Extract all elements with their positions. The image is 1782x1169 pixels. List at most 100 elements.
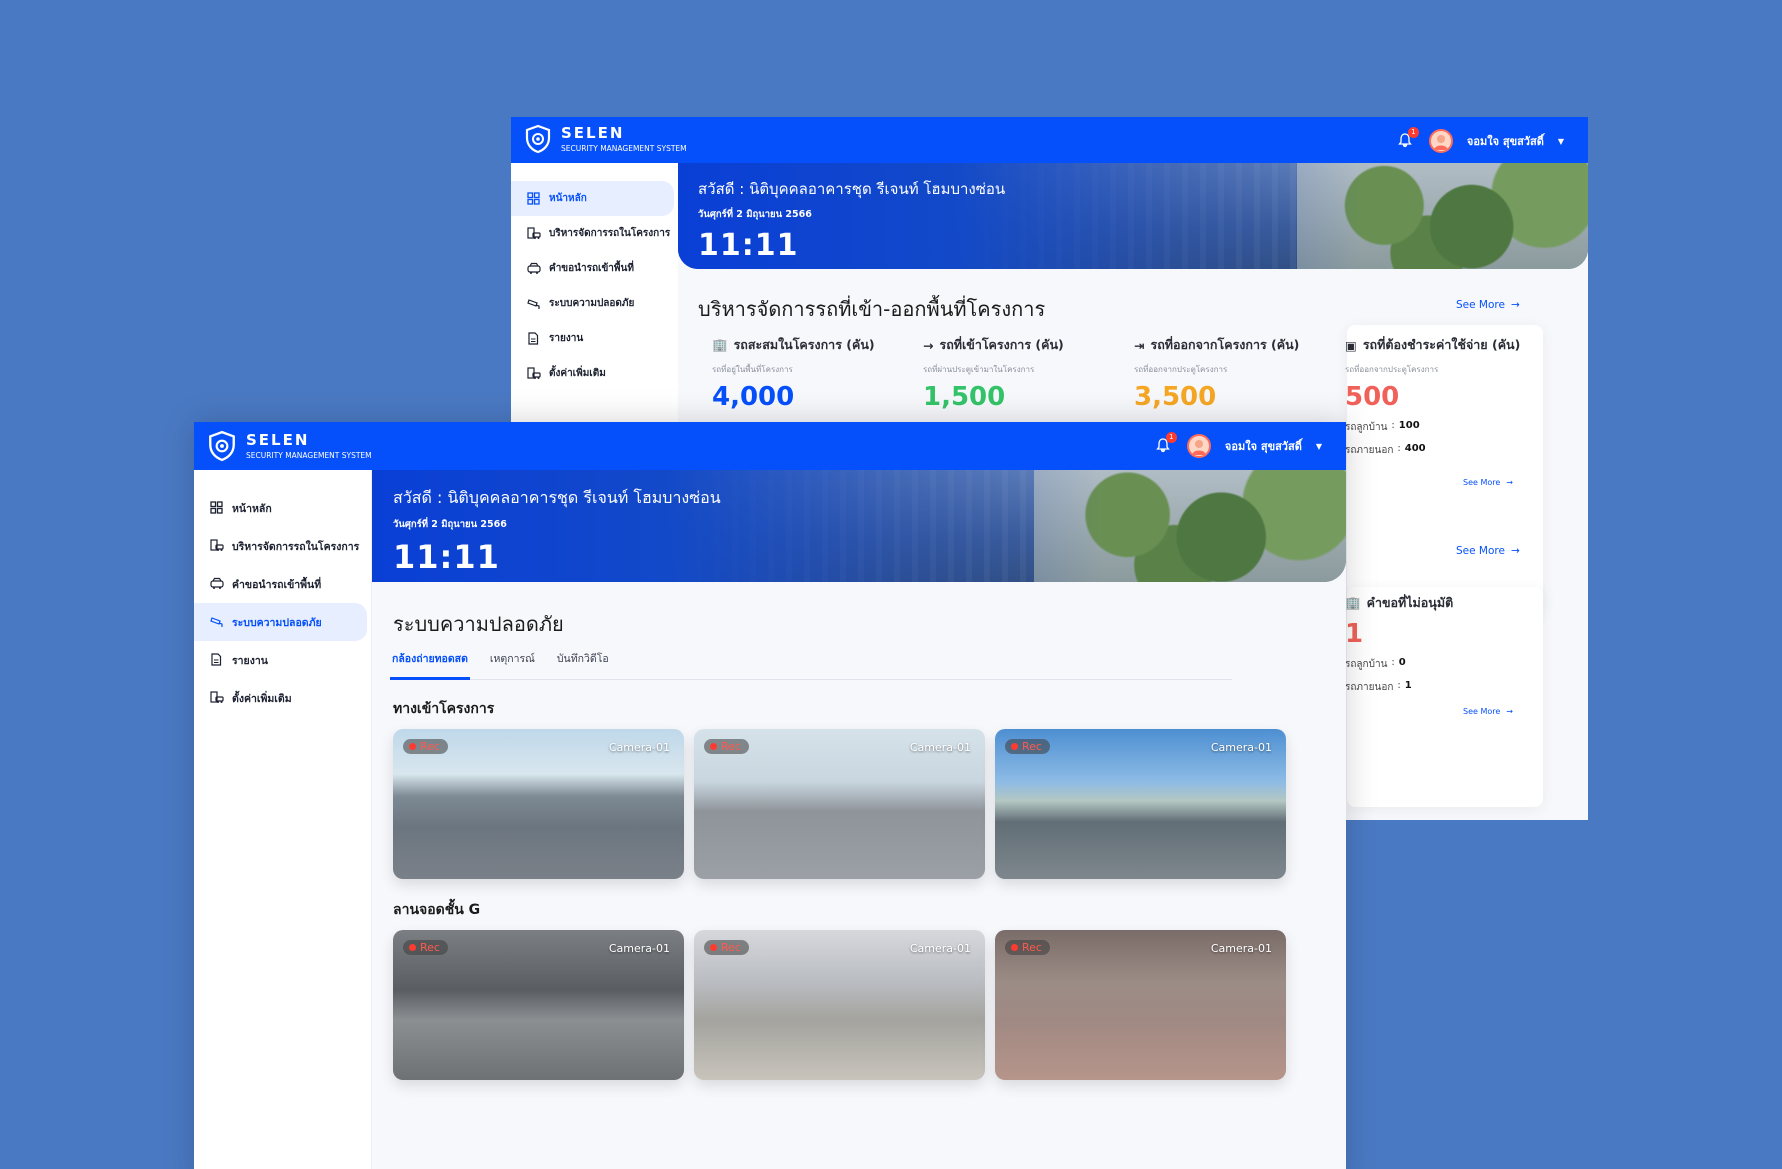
see-more-link[interactable]: See More →: [1463, 707, 1513, 716]
camera-feed[interactable]: Rec Camera-01: [694, 930, 985, 1080]
car-building-icon: [210, 539, 224, 553]
tab-video-records[interactable]: บันทึกวิดีโอ: [555, 650, 611, 680]
stat-title: คำขอที่ไม่อนุมัติ: [1366, 595, 1454, 610]
sidebar-item-label: รายงาน: [549, 333, 584, 344]
sidebar-item-vehicle-management[interactable]: บริหารจัดการรถในโครงการ: [194, 527, 371, 565]
cctv-icon: [527, 297, 541, 311]
top-bar: SELEN SECURITY MANAGEMENT SYSTEM 1 จอมใจ…: [194, 422, 1346, 470]
group-title-parking: ลานจอดชั้น G: [393, 902, 481, 918]
camera-feed[interactable]: Rec Camera-01: [995, 729, 1286, 879]
welcome-banner: สวัสดี : นิติบุคคลอาคารชุด รีเจนท์ โฮมบา…: [372, 470, 1346, 582]
sidebar-item-vehicle-request[interactable]: คำขอนำรถเข้าพื้นที่: [511, 251, 678, 286]
notification-bell-icon[interactable]: 1: [1397, 127, 1419, 150]
sidebar-item-home[interactable]: หน้าหลัก: [511, 181, 674, 216]
sidebar-item-vehicle-request[interactable]: คำขอนำรถเข้าพื้นที่: [194, 565, 371, 603]
greeting: สวัสดี : นิติบุคคลอาคารชุด รีเจนท์ โฮมบา…: [698, 180, 1006, 198]
grid-icon: [210, 501, 224, 515]
cctv-icon: [210, 615, 224, 629]
avatar[interactable]: [1186, 434, 1211, 458]
sidebar-item-label: ระบบความปลอดภัย: [232, 616, 322, 629]
sidebar-item-label: บริหารจัดการรถในโครงการ: [232, 540, 360, 553]
camera-label: Camera-01: [608, 741, 670, 754]
record-dot-icon: [710, 944, 717, 951]
chevron-down-icon[interactable]: ▼: [1558, 137, 1564, 146]
greeting: สวัสดี : นิติบุคคลอาคารชุด รีเจนท์ โฮมบา…: [393, 488, 721, 507]
brand-subtitle: SECURITY MANAGEMENT SYSTEM: [246, 450, 372, 460]
recording-indicator: Rec: [1005, 940, 1050, 955]
sidebar-item-label: รายงาน: [232, 654, 268, 667]
sidebar: หน้าหลัก บริหารจัดการรถในโครงการ คำขอนำร…: [194, 470, 372, 1169]
record-dot-icon: [409, 944, 416, 951]
see-more-link[interactable]: See More →: [1463, 478, 1513, 487]
recording-indicator: Rec: [403, 940, 448, 955]
brand-logo[interactable]: SELEN SECURITY MANAGEMENT SYSTEM: [206, 430, 372, 462]
security-window: SELEN SECURITY MANAGEMENT SYSTEM 1 จอมใจ…: [194, 422, 1346, 1169]
tab-events[interactable]: เหตุการณ์: [488, 650, 537, 680]
current-date: วันศุกร์ที่ 2 มิถุนายน 2566: [698, 209, 812, 220]
avatar[interactable]: [1428, 129, 1453, 153]
arrow-right-icon: →: [923, 337, 934, 353]
brand-logo[interactable]: SELEN SECURITY MANAGEMENT SYSTEM: [523, 124, 687, 154]
sidebar-item-settings[interactable]: ตั้งค่าเพิ่มเติม: [194, 679, 371, 717]
stat-accumulated: 🏢 รถสะสมในโครงการ (คัน) รถที่อยู่ในพื้นที…: [712, 335, 912, 412]
camera-feed[interactable]: Rec Camera-01: [393, 729, 684, 879]
stat-subtitle: รถที่ออกจากประตูโครงการ: [1134, 365, 1228, 374]
stat-subtitle: รถที่อยู่ในพื้นที่โครงการ: [712, 365, 793, 374]
camera-feed[interactable]: Rec Camera-01: [393, 930, 684, 1080]
stat-value: 3,500: [1134, 382, 1217, 412]
top-bar: SELEN SECURITY MANAGEMENT SYSTEM 1 จอมใจ…: [511, 117, 1588, 163]
exit-icon: ⇥: [1134, 337, 1145, 353]
see-more-link[interactable]: See More →: [1456, 299, 1520, 311]
sidebar-item-settings[interactable]: ตั้งค่าเพิ่มเติม: [511, 356, 678, 391]
chevron-down-icon[interactable]: ▼: [1316, 442, 1322, 451]
car-building-icon: 🏢: [1345, 595, 1361, 610]
record-dot-icon: [1011, 743, 1018, 750]
car-request-icon: [527, 262, 541, 276]
camera-label: Camera-01: [909, 942, 971, 955]
recording-indicator: Rec: [704, 739, 749, 754]
resident-count: รถลูกบ้าน:0: [1345, 657, 1406, 670]
camera-label: Camera-01: [1210, 741, 1272, 754]
sidebar-item-security[interactable]: ระบบความปลอดภัย: [511, 286, 678, 321]
notification-bell-icon[interactable]: 1: [1155, 432, 1177, 455]
arrow-right-icon: →: [1506, 707, 1513, 716]
sidebar-item-label: บริหารจัดการรถในโครงการ: [549, 228, 671, 239]
sidebar-item-label: หน้าหลัก: [232, 502, 272, 515]
recording-indicator: Rec: [704, 940, 749, 955]
document-icon: [210, 653, 224, 667]
tab-live-camera[interactable]: กล้องถ่ายทอดสด: [390, 650, 470, 680]
see-more-label: See More: [1456, 299, 1505, 311]
stat-value: 4,000: [712, 382, 795, 412]
arrow-right-icon: →: [1506, 478, 1513, 487]
document-icon: [527, 331, 541, 346]
stat-entered: → รถที่เข้าโครงการ (คัน) รถที่ผ่านประตูเข…: [923, 335, 1123, 412]
shield-logo-icon: [209, 430, 235, 462]
car-building-icon: [527, 226, 541, 241]
arrow-right-icon: →: [1510, 545, 1520, 557]
sidebar-item-label: หน้าหลัก: [549, 193, 587, 204]
sidebar-item-report[interactable]: รายงาน: [194, 641, 371, 679]
grid-icon: [527, 191, 541, 206]
sidebar-item-home[interactable]: หน้าหลัก: [194, 489, 371, 527]
stat-rejected: 🏢 คำขอที่ไม่อนุมัติ 1 รถลูกบ้าน:0 รถภายนอ…: [1345, 593, 1545, 695]
current-time: 11:11: [698, 228, 799, 263]
record-dot-icon: [710, 743, 717, 750]
stat-value: 1,500: [923, 382, 1006, 412]
sidebar-item-label: ระบบความปลอดภัย: [549, 298, 635, 309]
sidebar-item-report[interactable]: รายงาน: [511, 321, 678, 356]
current-time: 11:11: [393, 538, 500, 576]
brand-name: SELEN: [246, 430, 310, 449]
camera-feed[interactable]: Rec Camera-01: [694, 729, 985, 879]
brand-name: SELEN: [561, 123, 625, 142]
user-name[interactable]: จอมใจ สุขสวัสดิ์: [1467, 132, 1544, 150]
sidebar-item-label: ตั้งค่าเพิ่มเติม: [232, 692, 292, 705]
camera-label: Camera-01: [909, 741, 971, 754]
sidebar-item-label: ตั้งค่าเพิ่มเติม: [549, 368, 606, 379]
see-more-link[interactable]: See More →: [1456, 545, 1520, 557]
camera-feed[interactable]: Rec Camera-01: [995, 930, 1286, 1080]
notification-badge: 1: [1165, 432, 1177, 443]
sidebar-item-security[interactable]: ระบบความปลอดภัย: [194, 603, 367, 641]
user-name[interactable]: จอมใจ สุขสวัสดิ์: [1225, 437, 1302, 455]
sidebar-item-vehicle-management[interactable]: บริหารจัดการรถในโครงการ: [511, 216, 678, 251]
stat-title: รถที่เข้าโครงการ (คัน): [939, 337, 1064, 352]
